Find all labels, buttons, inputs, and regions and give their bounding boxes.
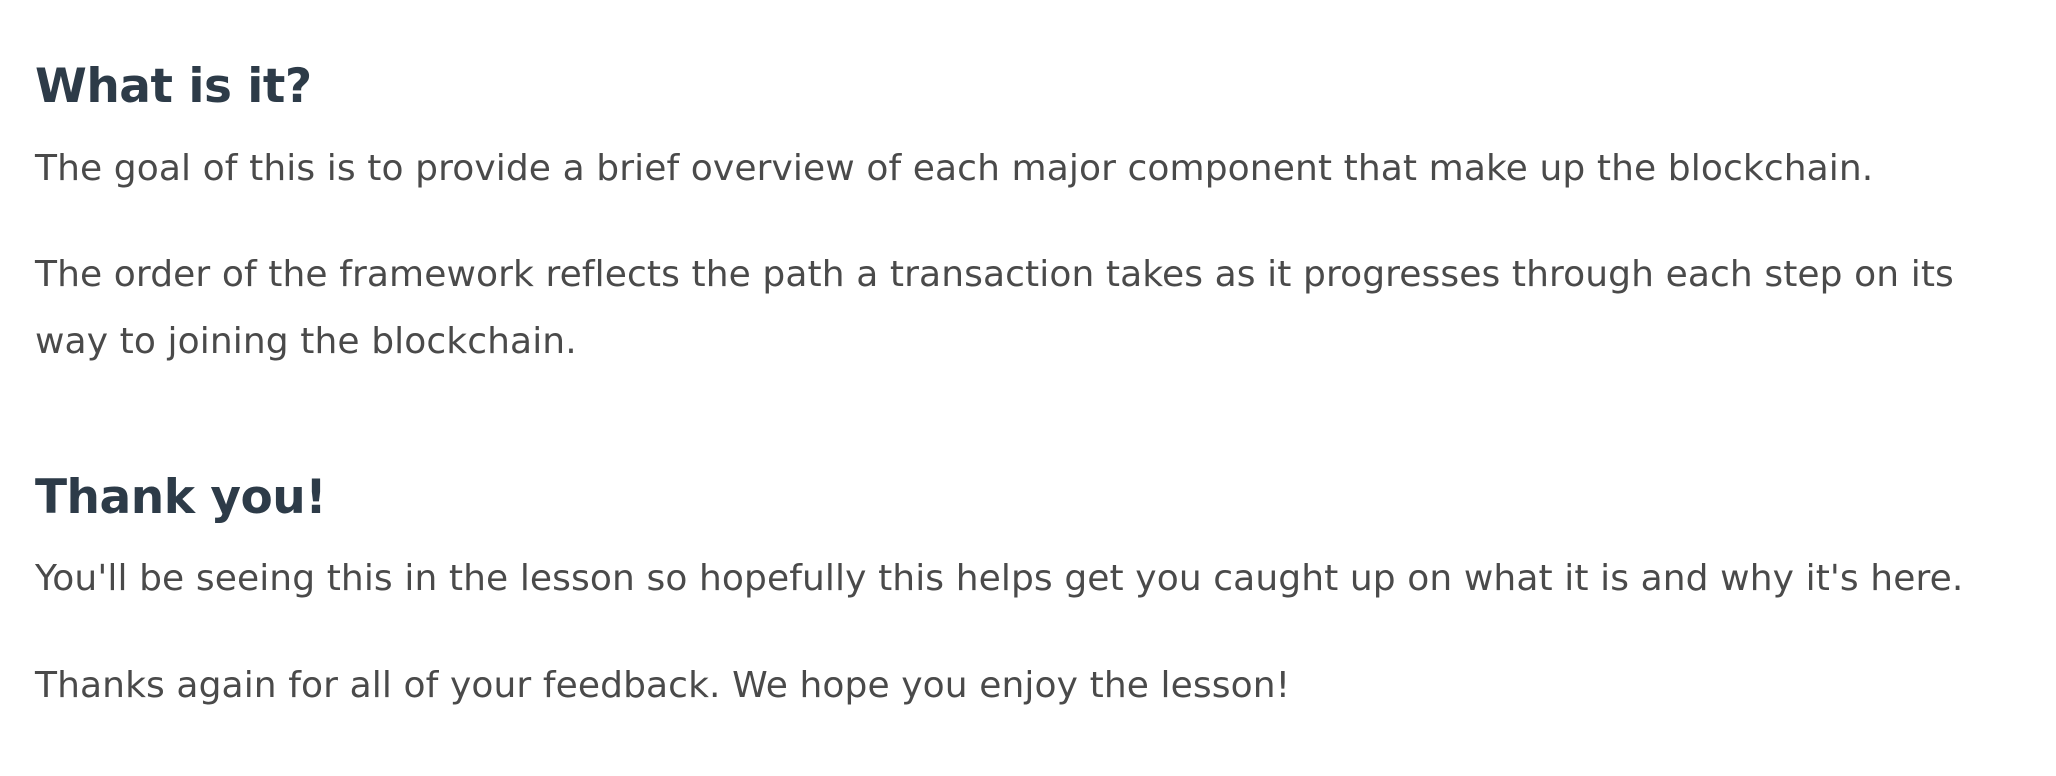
section-heading-thank-you: Thank you! [35,470,327,525]
section-paragraph: The order of the framework reflects the … [35,254,1954,362]
section-paragraph: Thanks again for all of your feedback. W… [35,665,1291,706]
section-paragraph: You'll be seeing this in the lesson so h… [35,558,1964,599]
section-heading-what-is-it: What is it? [35,59,312,114]
section-paragraph: The goal of this is to provide a brief o… [35,148,1874,189]
